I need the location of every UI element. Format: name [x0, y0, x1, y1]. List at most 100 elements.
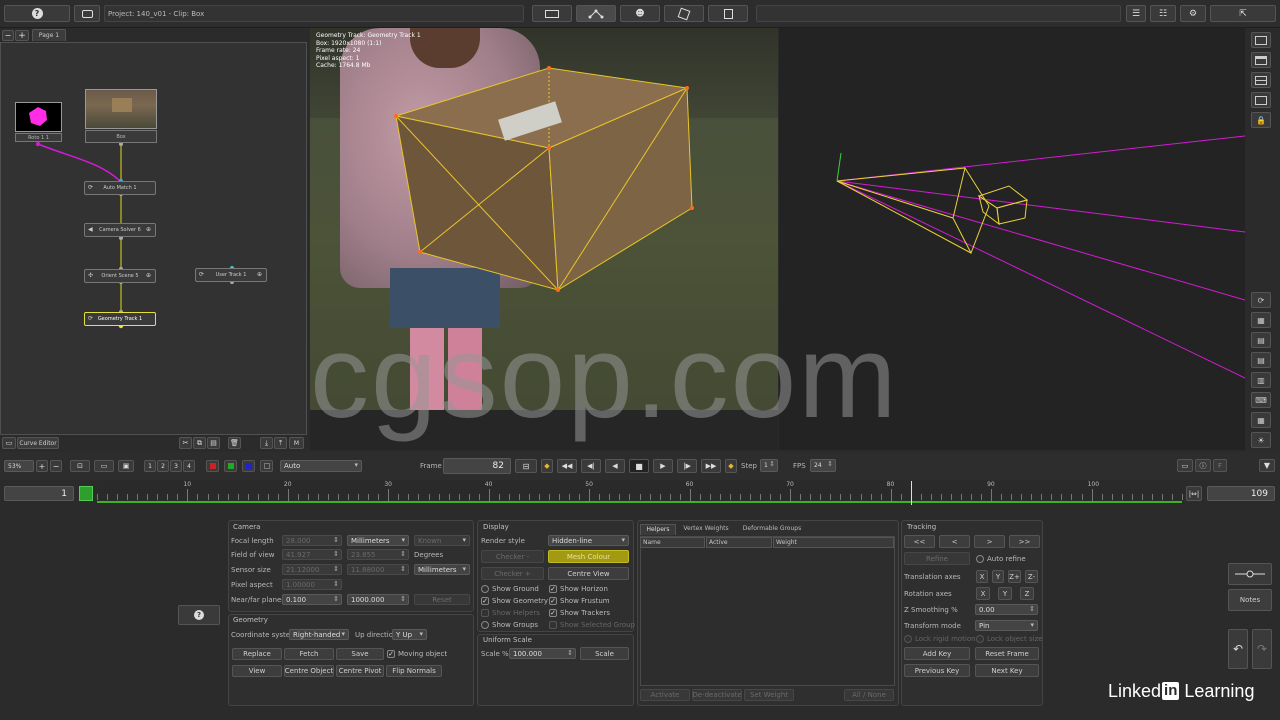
track-forward-button[interactable]: > [974, 535, 1005, 548]
horizontal-view-button[interactable] [1251, 72, 1271, 88]
track-forward-all-button[interactable]: >> [1009, 535, 1040, 548]
list-button[interactable]: ☰ [1126, 5, 1146, 22]
settings-button[interactable]: ⚙ [1180, 5, 1206, 22]
flip-normals-button[interactable]: Flip Normals [386, 665, 442, 677]
collapse-button[interactable]: ▼ [1259, 459, 1275, 472]
rotate-z-button[interactable]: Z [1020, 587, 1034, 600]
table-view-button-4[interactable]: ▦ [1251, 412, 1271, 428]
green-marker[interactable] [79, 486, 93, 501]
column-active[interactable]: Active [706, 537, 772, 548]
focal-known-select[interactable]: Known [414, 535, 470, 546]
column-weight[interactable]: Weight [773, 537, 894, 548]
project-tab-button[interactable] [532, 5, 572, 22]
up-direction-select[interactable]: Y Up [392, 629, 427, 640]
centre-pivot-button[interactable]: Centre Pivot [336, 665, 384, 677]
rotate-x-button[interactable]: X [976, 587, 990, 600]
node-geometry-track[interactable]: Geometry Track 1 [84, 312, 156, 326]
tab-helpers[interactable]: Helpers [640, 524, 676, 535]
blue-channel-button[interactable] [242, 460, 255, 472]
red-channel-button[interactable] [206, 460, 219, 472]
translate-z-plus-button[interactable]: Z+ [1008, 570, 1021, 583]
table-view-button-1[interactable]: ▤ [1251, 332, 1271, 348]
brightness-button[interactable]: ☀ [1251, 432, 1271, 448]
sensor-h-input[interactable]: 11.88000 [347, 564, 409, 575]
export-tab-button[interactable] [708, 5, 748, 22]
checker-plus-button[interactable]: Checker + [481, 567, 544, 580]
fetch-button[interactable]: Fetch [284, 648, 334, 660]
zoom-field[interactable]: 53% [4, 460, 34, 472]
notes-button[interactable]: Notes [1228, 589, 1272, 611]
far-plane-input[interactable]: 1000.000 [347, 594, 409, 605]
film-tab-button[interactable] [664, 5, 704, 22]
export-node-button[interactable]: ⤒ [274, 437, 287, 449]
helpers-list[interactable] [640, 536, 895, 686]
node-tab-button[interactable] [576, 5, 616, 22]
step-back-button[interactable]: ◀| [581, 459, 601, 473]
show-frustum-checkbox[interactable]: ✓ [549, 597, 557, 605]
next-key-button[interactable]: Next Key [975, 664, 1039, 677]
range-fit-button[interactable]: |⇔| [1186, 486, 1202, 501]
view-button[interactable]: View [232, 665, 282, 677]
lock-button[interactable]: 🔒 [1251, 112, 1271, 128]
stop-button[interactable]: ■ [629, 459, 649, 473]
next-keyframe-button[interactable]: ◆ [725, 459, 737, 473]
frame-view-button[interactable]: ▭ [94, 460, 114, 472]
focal-units-select[interactable]: Millimeters [347, 535, 409, 546]
grid-view-button[interactable]: ▦ [1251, 312, 1271, 328]
show-geometry-checkbox[interactable]: ✓ [481, 597, 489, 605]
show-selected-group-checkbox[interactable] [549, 621, 557, 629]
panel-help-button[interactable]: ? [178, 605, 220, 625]
pixel-aspect-input[interactable]: 1.00000 [282, 579, 342, 590]
step-input[interactable]: 1 [760, 459, 778, 472]
fit-nodes-button[interactable]: M [289, 437, 304, 449]
reset-button[interactable]: Reset [414, 594, 470, 605]
all-none-button[interactable]: All / None [844, 689, 894, 701]
timeline-cursor[interactable] [910, 481, 912, 505]
show-horizon-checkbox[interactable]: ✓ [549, 585, 557, 593]
render-style-select[interactable]: Hidden-line [548, 535, 629, 546]
zoom-out-button[interactable]: − [50, 460, 62, 472]
centre-view-button[interactable]: Centre View [548, 567, 629, 580]
info-button[interactable]: ⓘ [1195, 459, 1211, 472]
tab-page-1[interactable]: Page 1 [32, 29, 66, 41]
help-button[interactable]: ? [4, 5, 70, 22]
layout-button[interactable]: ☷ [1150, 5, 1176, 22]
redo-button[interactable]: ↷ [1252, 629, 1272, 669]
fov-h-input[interactable]: 41.927 [282, 549, 342, 560]
layer-1-button[interactable]: 1 [144, 460, 156, 472]
undo-button[interactable]: ↶ [1228, 629, 1248, 669]
refresh-view-button[interactable]: ⟳ [1251, 292, 1271, 308]
f-button[interactable]: F [1213, 459, 1227, 472]
monitor-view-button[interactable]: ▣ [118, 460, 134, 472]
focal-length-input[interactable]: 28.000 [282, 535, 342, 546]
show-trackers-checkbox[interactable]: ✓ [549, 609, 557, 617]
fit-view-button[interactable]: ⊡ [70, 460, 90, 472]
show-helpers-checkbox[interactable] [481, 609, 489, 617]
play-button[interactable]: ▶ [653, 459, 673, 473]
set-weight-button[interactable]: Set Weight [744, 689, 794, 701]
camera-button[interactable] [74, 5, 100, 22]
display-toggle-button[interactable]: ▭ [1177, 459, 1193, 472]
split-view-button[interactable] [1251, 52, 1271, 68]
prev-keyframe-button[interactable]: ◆ [541, 459, 553, 473]
track-back-all-button[interactable]: << [904, 535, 935, 548]
scale-input[interactable]: 100.000 [509, 648, 576, 659]
table-view-button-3[interactable]: ▥ [1251, 372, 1271, 388]
rotate-y-button[interactable]: Y [998, 587, 1012, 600]
auto-select[interactable]: Auto [280, 460, 362, 472]
translate-x-button[interactable]: X [976, 570, 988, 583]
single-view-button[interactable] [1251, 32, 1271, 48]
reset-frame-button[interactable]: Reset Frame [975, 647, 1039, 660]
cut-node-button[interactable]: ✂ [179, 437, 192, 449]
column-name[interactable]: Name [640, 537, 705, 548]
save-button[interactable]: Save [336, 648, 384, 660]
centre-object-button[interactable]: Centre Object [284, 665, 334, 677]
play-back-button[interactable]: ◀ [605, 459, 625, 473]
box-node-thumb[interactable] [85, 89, 157, 129]
transform-mode-select[interactable]: Pin [975, 620, 1038, 631]
keyboard-button[interactable]: ⌨ [1251, 392, 1271, 408]
moving-object-checkbox[interactable]: ✓ [387, 650, 395, 658]
translate-y-button[interactable]: Y [992, 570, 1004, 583]
green-channel-button[interactable] [224, 460, 237, 472]
quad-view-button[interactable] [1251, 92, 1271, 108]
